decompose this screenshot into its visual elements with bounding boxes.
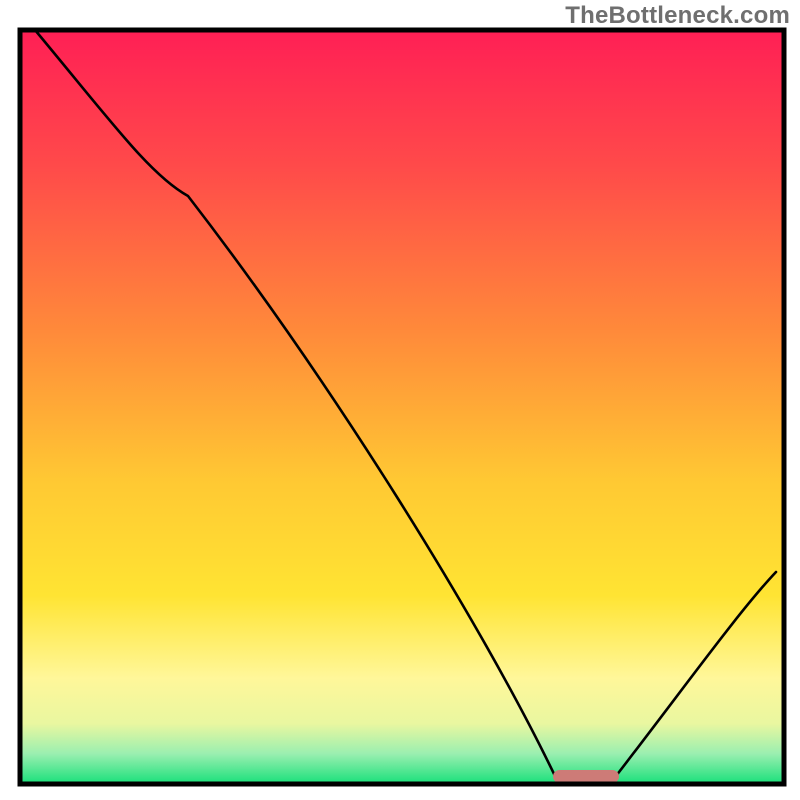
chart-svg	[0, 0, 800, 800]
watermark-text: TheBottleneck.com	[565, 2, 790, 30]
optimal-range-bar	[553, 770, 619, 783]
bottleneck-chart: TheBottleneck.com	[0, 0, 800, 800]
plot-background	[20, 30, 784, 784]
